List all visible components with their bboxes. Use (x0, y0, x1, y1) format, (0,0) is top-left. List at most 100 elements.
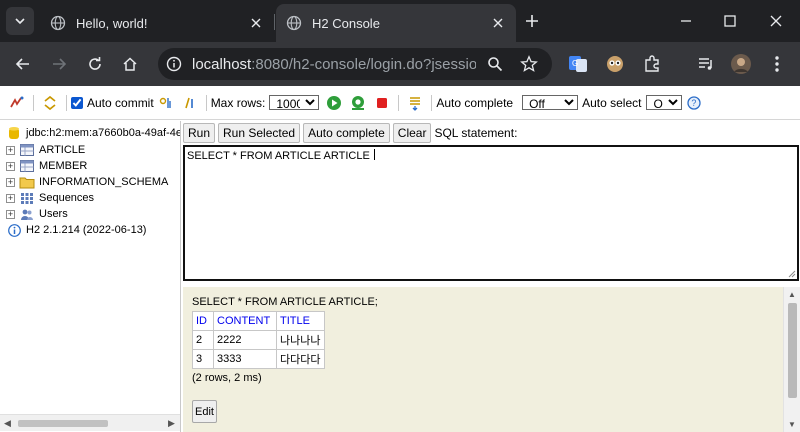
expand-icon[interactable]: + (6, 161, 15, 171)
auto-complete-select[interactable]: Off (522, 95, 579, 110)
new-tab-button[interactable] (520, 9, 544, 33)
tree-item-label: Sequences (39, 192, 95, 204)
table-icon (19, 143, 35, 157)
home-button[interactable] (116, 50, 144, 78)
scroll-right-icon[interactable]: ▶ (168, 418, 175, 429)
run-icon[interactable] (325, 94, 343, 112)
minimize-button[interactable] (671, 8, 701, 34)
sequences-icon (19, 191, 35, 205)
close-icon[interactable] (490, 15, 506, 31)
maximize-icon (724, 15, 736, 27)
auto-complete-button[interactable]: Auto complete (303, 123, 390, 143)
table-row: 2 2222 나나나나 (192, 330, 325, 350)
run-selected-icon[interactable] (349, 94, 367, 112)
scroll-up-icon[interactable]: ▲ (788, 290, 796, 299)
tree-item-information-schema[interactable]: + INFORMATION_SCHEMA (0, 174, 168, 190)
tree-item-label: INFORMATION_SCHEMA (39, 176, 169, 188)
refresh-icon[interactable] (41, 94, 59, 112)
scroll-left-icon[interactable]: ◀ (4, 418, 11, 429)
max-rows-select[interactable]: 1000 (269, 95, 320, 110)
owl-extension-icon[interactable] (603, 52, 627, 76)
table-cell: 다다다다 (276, 349, 325, 369)
tree-item-sequences[interactable]: + Sequences (0, 190, 94, 206)
arrow-right-icon (53, 58, 67, 70)
globe-icon (286, 15, 302, 31)
column-header-content[interactable]: CONTENT (213, 311, 277, 331)
rollback-icon[interactable] (157, 94, 175, 112)
globe-icon (50, 15, 66, 31)
tree-item-label: Users (39, 208, 68, 220)
extensions-puzzle-icon[interactable] (640, 52, 664, 76)
scrollbar-thumb[interactable] (788, 303, 797, 398)
version-label: H2 2.1.214 (2022-06-13) (26, 224, 147, 236)
scrollbar-thumb[interactable] (18, 420, 108, 427)
table-cell: 3333 (213, 349, 277, 369)
url-path: :8080/h2-console/login.do?jsessio... (251, 55, 476, 73)
commit-icon[interactable] (181, 94, 199, 112)
media-queue-icon[interactable] (694, 52, 718, 76)
disconnect-icon[interactable] (8, 94, 26, 112)
tab-hello-world[interactable]: Hello, world! (40, 4, 274, 42)
tab-title: Hello, world! (76, 15, 148, 31)
result-statement: SELECT * FROM ARTICLE ARTICLE; (192, 296, 378, 308)
expand-icon[interactable]: + (6, 145, 15, 155)
run-selected-button[interactable]: Run Selected (218, 123, 301, 143)
table-cell: 2 (192, 330, 214, 350)
address-bar[interactable]: localhost:8080/h2-console/login.do?jsess… (158, 48, 552, 80)
edit-button[interactable]: Edit (192, 400, 217, 423)
run-button[interactable]: Run (183, 123, 216, 143)
auto-commit-checkbox[interactable] (71, 96, 83, 109)
tree-horizontal-scrollbar[interactable]: ◀ ▶ (0, 414, 180, 431)
expand-icon[interactable]: + (6, 193, 15, 203)
back-button[interactable] (9, 50, 37, 78)
result-vertical-scrollbar[interactable]: ▲ ▼ (783, 287, 800, 432)
expand-icon[interactable]: + (6, 177, 15, 187)
auto-commit-toggle[interactable]: Auto commit (71, 96, 154, 110)
auto-commit-label: Auto commit (87, 95, 154, 110)
help-icon[interactable]: ? (685, 94, 703, 112)
result-panel: SELECT * FROM ARTICLE ARTICLE; ID CONTEN… (183, 287, 800, 432)
url-text: localhost:8080/h2-console/login.do?jsess… (192, 56, 476, 73)
stop-icon[interactable] (373, 94, 391, 112)
browser-menu-icon[interactable] (765, 52, 789, 76)
reload-button[interactable] (81, 50, 109, 78)
resize-grip-icon[interactable] (788, 270, 796, 278)
sql-editor[interactable]: SELECT * FROM ARTICLE ARTICLE (183, 145, 799, 281)
site-info-icon[interactable] (164, 54, 184, 74)
auto-select-select[interactable]: On (646, 95, 683, 110)
zoom-search-icon[interactable] (485, 54, 505, 74)
column-header-id[interactable]: ID (192, 311, 214, 331)
tree-item-label: MEMBER (39, 160, 88, 172)
tree-item-label: ARTICLE (39, 144, 86, 156)
expand-icon[interactable]: + (6, 209, 15, 219)
toolbar-separator (398, 94, 400, 111)
folder-icon (19, 175, 35, 189)
history-icon[interactable] (406, 94, 424, 112)
scroll-down-icon[interactable]: ▼ (788, 420, 796, 429)
tree-item-member[interactable]: + MEMBER (0, 158, 87, 174)
sql-text: SELECT * FROM ARTICLE ARTICLE (187, 150, 373, 162)
close-icon (770, 15, 782, 27)
close-icon[interactable] (248, 15, 264, 31)
table-cell: 3 (192, 349, 214, 369)
toolbar-separator (33, 94, 34, 111)
svg-text:?: ? (692, 98, 697, 108)
clear-button[interactable]: Clear (392, 123, 432, 143)
bookmark-star-icon[interactable] (519, 54, 539, 74)
table-cell: 2222 (213, 330, 277, 350)
close-window-button[interactable] (761, 8, 791, 34)
maximize-button[interactable] (715, 8, 745, 34)
column-header-title[interactable]: TITLE (276, 311, 325, 331)
profile-avatar[interactable] (729, 52, 753, 76)
text-caret (373, 149, 375, 160)
tab-search-button[interactable] (6, 7, 34, 35)
connection-node[interactable]: jdbc:h2:mem:a7660b0a-49af-4ea (0, 125, 180, 141)
minimize-icon (681, 20, 691, 22)
tree-item-users[interactable]: + Users (0, 206, 68, 222)
tab-separator (274, 14, 275, 30)
tab-h2-console[interactable]: H2 Console (276, 4, 516, 42)
tree-item-article[interactable]: + ARTICLE (0, 142, 85, 158)
translate-extension-icon[interactable]: G (566, 52, 590, 76)
table-icon (19, 159, 35, 173)
forward-button[interactable] (45, 50, 73, 78)
